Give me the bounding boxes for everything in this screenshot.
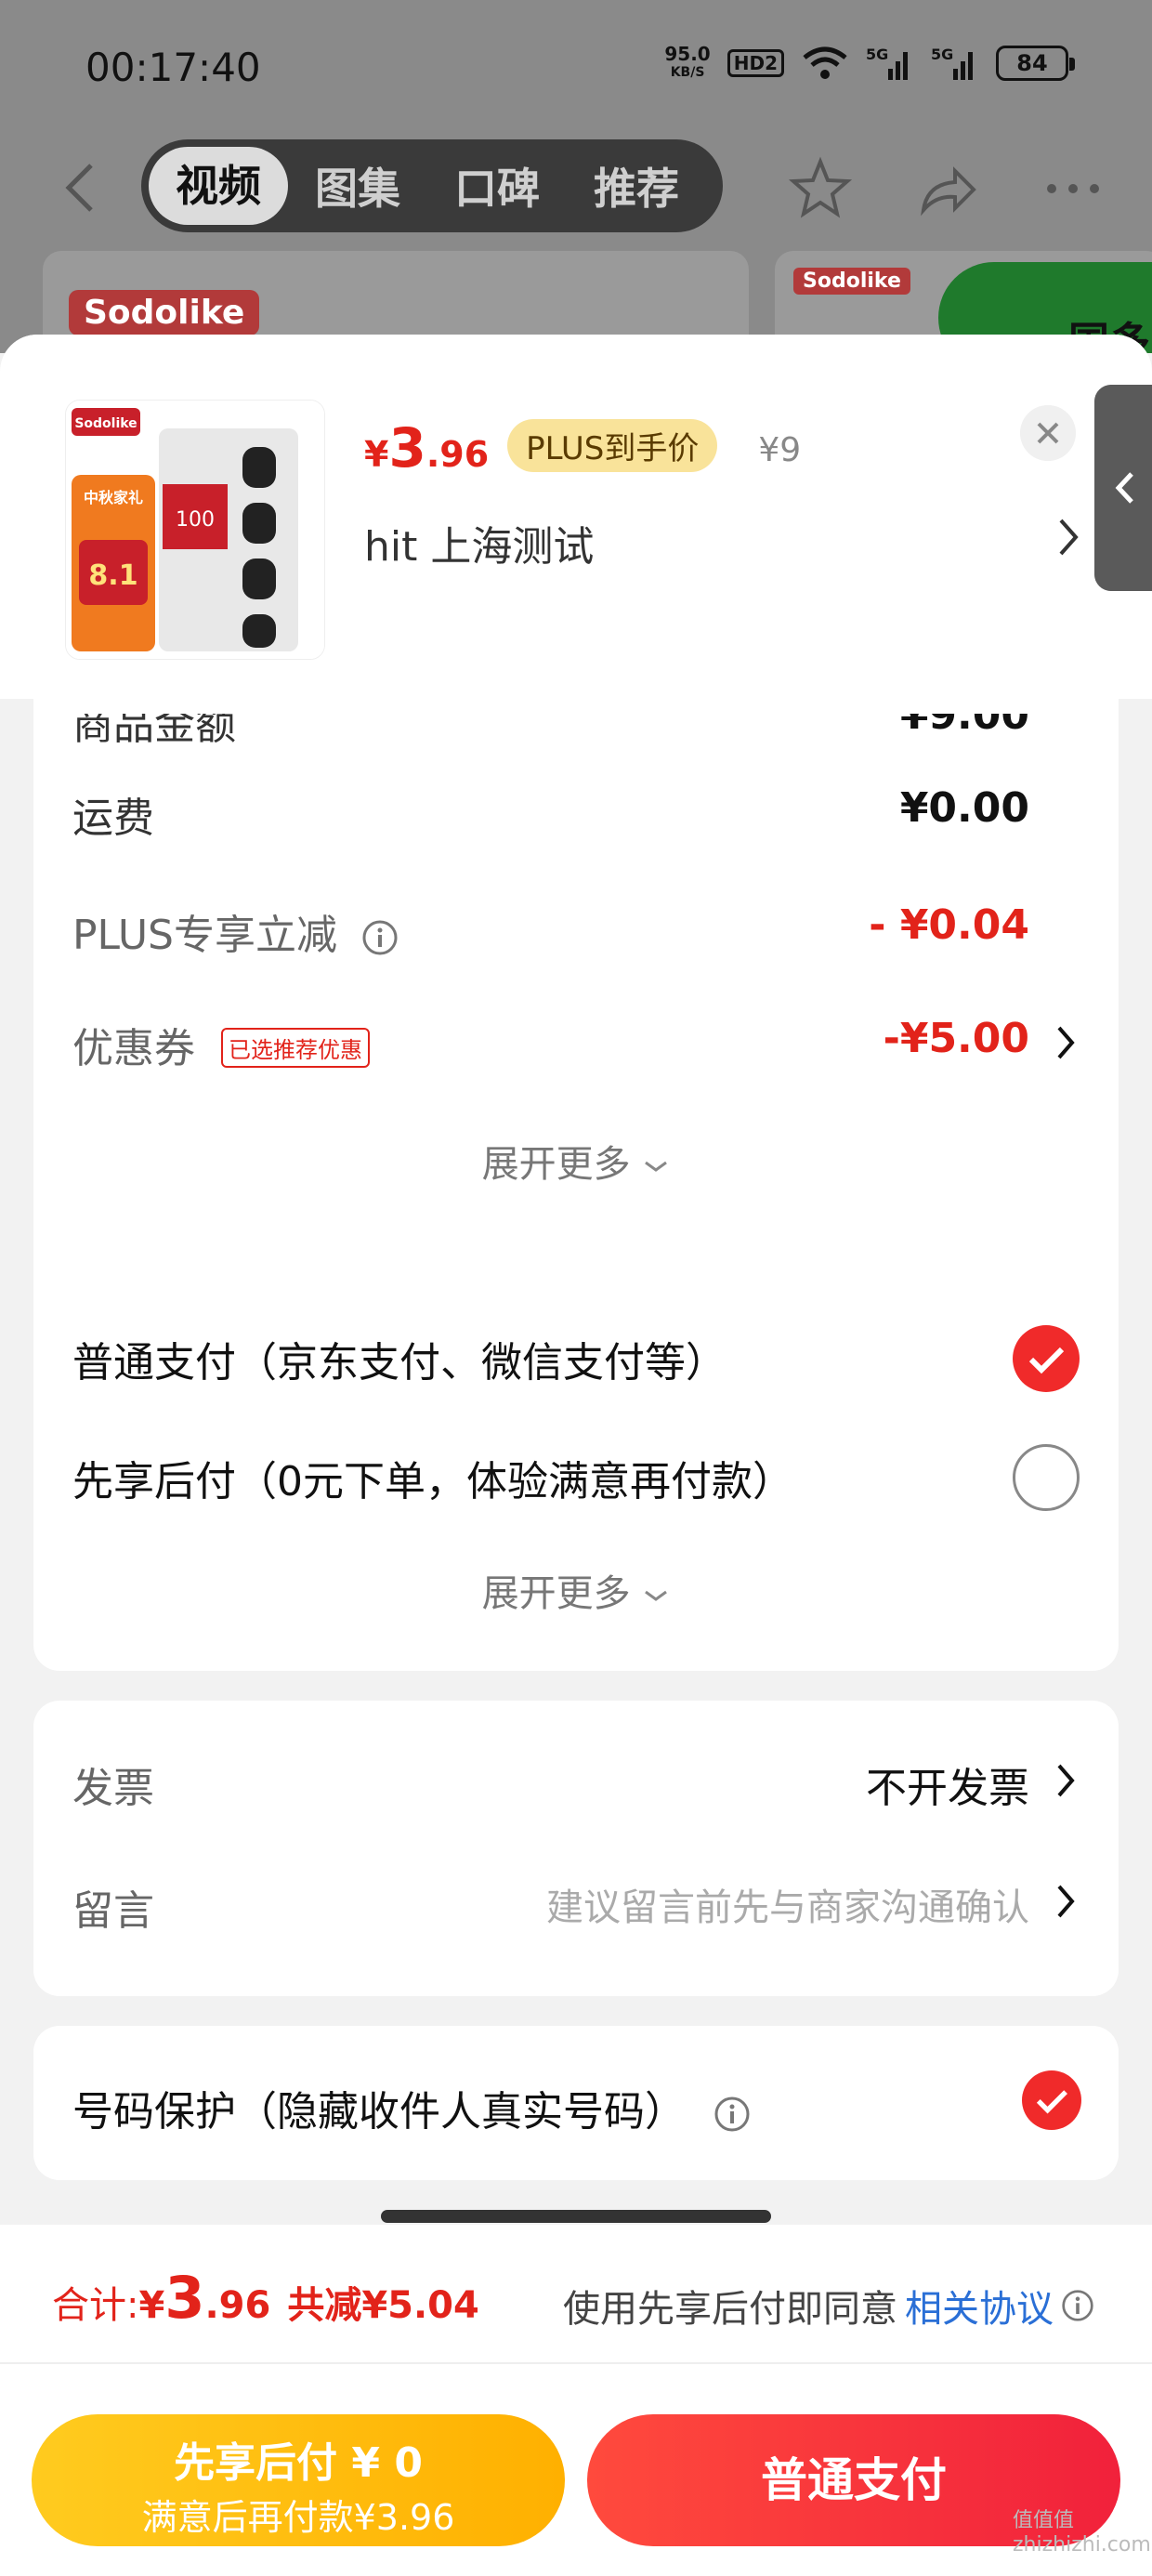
battery-icon: 84 [996,46,1075,81]
back-icon[interactable] [61,162,98,214]
checkout-bar: 合计: ¥ 3 .96 共减¥5.04 使用先享后付即同意 相关协议 先享后付 … [0,2225,1152,2576]
checkmark-icon [1036,2090,1067,2114]
hd-icon: HD2 [727,49,784,77]
info-icon[interactable] [713,2096,751,2133]
price-decimal: .96 [425,434,490,475]
top-nav: 视频 图集 口碑 推荐 [0,139,1152,232]
info-icon[interactable] [361,919,399,956]
media-tabs: 视频 图集 口碑 推荐 [141,139,723,232]
shipping-value: ¥0.00 [899,784,1029,832]
price-row: ¥ 3 .96 PLUS到手价 ¥9 [364,416,801,480]
invoice-value[interactable]: 不开发票 [866,1755,1029,1814]
signal-icon-1: 5G [866,46,908,80]
chevron-right-icon[interactable] [1055,1883,1076,1920]
total-decimal: .96 [204,2284,271,2327]
payment-radio-paylater[interactable] [1013,1444,1080,1511]
privacy-label: 号码保护（隐藏收件人真实号码） [72,2078,751,2137]
status-time: 00:17:40 [85,45,261,90]
total-discount: 共减¥5.04 [287,2284,479,2327]
message-input[interactable]: 建议留言前先与商家沟通确认 [546,1877,1029,1931]
plus-discount-label: PLUS专享立减 [72,901,399,961]
price-integer: 3 [388,416,426,480]
tab-reviews[interactable]: 口碑 [427,155,567,217]
chevron-right-icon[interactable] [1055,1024,1076,1061]
chevron-right-icon[interactable] [1055,1762,1076,1799]
home-indicator[interactable] [381,2210,771,2223]
checkout-sheet: Sodolike 100 中秋家礼 8.1 ¥ 3 .96 PLUS到手价 ¥9 [0,335,1152,2576]
status-bar: 00:17:40 95.0 KB/S HD2 5G 5G 84 [0,0,1152,139]
payment-radio-normal[interactable] [1013,1325,1080,1392]
tab-recommend[interactable]: 推荐 [567,155,706,217]
payment-option-paylater[interactable]: 先享后付（0元下单，体验满意再付款） [72,1448,793,1507]
product-image: Sodolike 100 中秋家礼 8.1 [66,401,324,659]
goods-amount-label: 商品金额 [72,702,236,749]
thumb-brand: Sodolike [74,416,137,431]
product-header: Sodolike 100 中秋家礼 8.1 ¥ 3 .96 PLUS到手价 ¥9 [0,335,1152,699]
side-collapse-tab[interactable] [1094,385,1152,591]
chevron-right-icon[interactable] [1057,517,1080,558]
total-summary: 合计: ¥ 3 .96 共减¥5.04 [52,2264,479,2332]
thumb-discount: 8.1 [88,559,137,592]
share-icon[interactable] [914,156,979,221]
more-icon[interactable] [1041,156,1106,221]
star-icon[interactable] [788,156,853,221]
expand-more-price[interactable]: 展开更多 [33,1134,1119,1188]
invoice-message-card: 发票 不开发票 留言 建议留言前先与商家沟通确认 [33,1701,1119,1996]
product-thumbnail: Sodolike 100 中秋家礼 8.1 [65,400,325,660]
close-icon[interactable] [1020,405,1076,461]
payment-option-normal[interactable]: 普通支付（京东支付、微信支付等） [72,1329,727,1388]
total-integer: 3 [164,2264,205,2332]
plus-discount-value: - ¥0.04 [869,901,1029,949]
watermark: 值值值 zhizhizhi.com [1013,2509,1151,2556]
chevron-down-icon [645,1161,668,1172]
wifi-icon [803,46,847,79]
store-name[interactable]: hit 上海测试 [364,513,594,572]
signal-icon-2: 5G [931,46,973,80]
coupon-value[interactable]: -¥5.00 [884,1015,1029,1062]
coupon-label[interactable]: 优惠券 已选推荐优惠 [72,1015,370,1074]
invoice-label: 发票 [72,1765,154,1812]
network-speed: 95.0 KB/S [664,43,711,80]
brand-logo: Sodolike [69,290,260,335]
original-price: ¥9 [758,431,802,469]
info-icon[interactable] [1061,2289,1094,2322]
chevron-down-icon [645,1590,668,1601]
divider [0,2362,1152,2364]
agreement-text: 使用先享后付即同意 相关协议 [563,2279,1094,2333]
message-label: 留言 [72,1887,154,1935]
price-currency: ¥ [364,434,389,475]
number-privacy-card: 号码保护（隐藏收件人真实号码） [33,2026,1119,2180]
payment-method-card: 普通支付（京东支付、微信支付等） 先享后付（0元下单，体验满意再付款） 展开更多 [33,1275,1119,1671]
tab-video[interactable]: 视频 [149,147,288,225]
shipping-label: 运费 [72,795,154,842]
checkmark-icon [1028,1347,1065,1374]
pay-later-button[interactable]: 先享后付 ¥ 0 满意后再付款¥3.96 [32,2414,565,2546]
brand-logo: Sodolike [793,268,910,295]
network-label-1: 5G [866,46,888,63]
background-page: 00:17:40 95.0 KB/S HD2 5G 5G 84 视频 图集 口碑… [0,0,1152,353]
plus-price-badge: PLUS到手价 [507,419,718,472]
expand-more-payment[interactable]: 展开更多 [33,1563,1119,1617]
thumb-count: 100 [176,508,215,532]
privacy-checkbox[interactable] [1022,2070,1081,2130]
thumb-promo: 中秋家礼 [84,489,143,506]
goods-amount-value: ¥9.00 [899,691,1029,739]
tab-gallery[interactable]: 图集 [288,155,427,217]
network-label-2: 5G [931,46,953,63]
agreement-link[interactable]: 相关协议 [905,2279,1054,2333]
recommended-coupon-tag: 已选推荐优惠 [221,1027,370,1068]
